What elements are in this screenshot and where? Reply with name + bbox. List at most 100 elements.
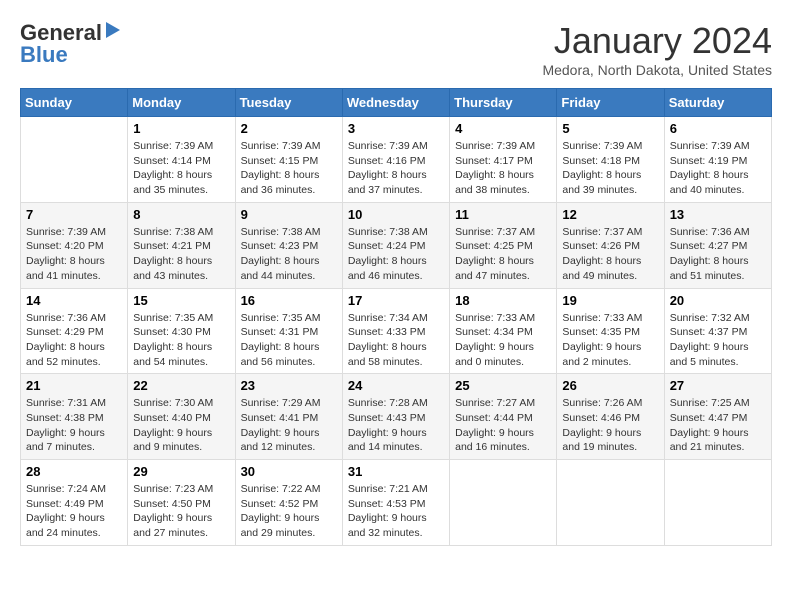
day-detail: Sunrise: 7:39 AMSunset: 4:17 PMDaylight:… [455,139,551,198]
empty-day-cell [450,460,557,546]
day-detail: Sunrise: 7:35 AMSunset: 4:31 PMDaylight:… [241,311,337,370]
day-cell-27: 27 Sunrise: 7:25 AMSunset: 4:47 PMDayligh… [664,374,771,460]
day-detail: Sunrise: 7:39 AMSunset: 4:14 PMDaylight:… [133,139,229,198]
calendar-week-row: 28Sunrise: 7:24 AMSunset: 4:49 PMDayligh… [21,460,772,546]
weekday-header-row: SundayMondayTuesdayWednesdayThursdayFrid… [21,89,772,117]
day-number: 16 [241,293,337,308]
weekday-header-tuesday: Tuesday [235,89,342,117]
day-detail: Sunrise: 7:34 AMSunset: 4:33 PMDaylight:… [348,311,444,370]
day-cell-3: 3 Sunrise: 7:39 AMSunset: 4:16 PMDaylight… [342,117,449,203]
month-title: January 2024 [542,20,772,62]
day-detail: Sunrise: 7:25 AMSunset: 4:47 PMDaylight:… [670,396,766,455]
page-header: General Blue January 2024 Medora, North … [20,20,772,78]
day-cell-2: 2 Sunrise: 7:39 AMSunset: 4:15 PMDaylight… [235,117,342,203]
day-detail: Sunrise: 7:37 AMSunset: 4:26 PMDaylight:… [562,225,658,284]
day-cell-9: 9Sunrise: 7:38 AMSunset: 4:23 PMDaylight… [235,202,342,288]
day-detail: Sunrise: 7:38 AMSunset: 4:23 PMDaylight:… [241,225,337,284]
day-detail: Sunrise: 7:38 AMSunset: 4:21 PMDaylight:… [133,225,229,284]
day-detail: Sunrise: 7:37 AMSunset: 4:25 PMDaylight:… [455,225,551,284]
day-detail: Sunrise: 7:39 AMSunset: 4:18 PMDaylight:… [562,139,658,198]
day-cell-4: 4 Sunrise: 7:39 AMSunset: 4:17 PMDaylight… [450,117,557,203]
logo: General Blue [20,20,122,68]
day-cell-28: 28Sunrise: 7:24 AMSunset: 4:49 PMDayligh… [21,460,128,546]
day-number: 5 [562,121,658,136]
day-cell-23: 23 Sunrise: 7:29 AMSunset: 4:41 PMDayligh… [235,374,342,460]
day-cell-26: 26 Sunrise: 7:26 AMSunset: 4:46 PMDayligh… [557,374,664,460]
day-cell-22: 22Sunrise: 7:30 AMSunset: 4:40 PMDayligh… [128,374,235,460]
day-number: 3 [348,121,444,136]
day-number: 29 [133,464,229,479]
day-number: 22 [133,378,229,393]
day-cell-8: 8 Sunrise: 7:38 AMSunset: 4:21 PMDaylight… [128,202,235,288]
day-cell-19: 19 Sunrise: 7:33 AMSunset: 4:35 PMDayligh… [557,288,664,374]
day-cell-6: 6 Sunrise: 7:39 AMSunset: 4:19 PMDaylight… [664,117,771,203]
day-number: 13 [670,207,766,222]
day-number: 25 [455,378,551,393]
day-cell-12: 12 Sunrise: 7:37 AMSunset: 4:26 PMDayligh… [557,202,664,288]
day-detail: Sunrise: 7:39 AMSunset: 4:16 PMDaylight:… [348,139,444,198]
day-number: 19 [562,293,658,308]
day-detail: Sunrise: 7:27 AMSunset: 4:44 PMDaylight:… [455,396,551,455]
weekday-header-friday: Friday [557,89,664,117]
day-detail: Sunrise: 7:35 AMSunset: 4:30 PMDaylight:… [133,311,229,370]
day-cell-18: 18 Sunrise: 7:33 AMSunset: 4:34 PMDayligh… [450,288,557,374]
day-detail: Sunrise: 7:36 AMSunset: 4:27 PMDaylight:… [670,225,766,284]
day-detail: Sunrise: 7:22 AMSunset: 4:52 PMDaylight:… [241,482,337,541]
day-number: 17 [348,293,444,308]
day-cell-13: 13 Sunrise: 7:36 AMSunset: 4:27 PMDayligh… [664,202,771,288]
day-number: 21 [26,378,122,393]
day-cell-24: 24Sunrise: 7:28 AMSunset: 4:43 PMDayligh… [342,374,449,460]
day-detail: Sunrise: 7:21 AMSunset: 4:53 PMDaylight:… [348,482,444,541]
day-cell-5: 5 Sunrise: 7:39 AMSunset: 4:18 PMDaylight… [557,117,664,203]
day-number: 12 [562,207,658,222]
day-cell-31: 31 Sunrise: 7:21 AMSunset: 4:53 PMDayligh… [342,460,449,546]
day-detail: Sunrise: 7:24 AMSunset: 4:49 PMDaylight:… [26,482,122,541]
calendar-week-row: 7Sunrise: 7:39 AMSunset: 4:20 PMDaylight… [21,202,772,288]
day-number: 31 [348,464,444,479]
day-number: 2 [241,121,337,136]
day-number: 14 [26,293,122,308]
logo-arrow-icon [104,22,122,45]
day-number: 11 [455,207,551,222]
day-cell-10: 10 Sunrise: 7:38 AMSunset: 4:24 PMDayligh… [342,202,449,288]
day-detail: Sunrise: 7:39 AMSunset: 4:19 PMDaylight:… [670,139,766,198]
day-number: 1 [133,121,229,136]
day-number: 23 [241,378,337,393]
day-number: 27 [670,378,766,393]
day-cell-15: 15Sunrise: 7:35 AMSunset: 4:30 PMDayligh… [128,288,235,374]
day-cell-11: 11 Sunrise: 7:37 AMSunset: 4:25 PMDayligh… [450,202,557,288]
day-detail: Sunrise: 7:28 AMSunset: 4:43 PMDaylight:… [348,396,444,455]
day-detail: Sunrise: 7:33 AMSunset: 4:35 PMDaylight:… [562,311,658,370]
day-detail: Sunrise: 7:39 AMSunset: 4:15 PMDaylight:… [241,139,337,198]
empty-day-cell [557,460,664,546]
calendar-week-row: 1 Sunrise: 7:39 AMSunset: 4:14 PMDaylight… [21,117,772,203]
location-text: Medora, North Dakota, United States [542,62,772,78]
day-detail: Sunrise: 7:29 AMSunset: 4:41 PMDaylight:… [241,396,337,455]
calendar-week-row: 21 Sunrise: 7:31 AMSunset: 4:38 PMDayligh… [21,374,772,460]
day-number: 26 [562,378,658,393]
day-number: 30 [241,464,337,479]
day-cell-29: 29 Sunrise: 7:23 AMSunset: 4:50 PMDayligh… [128,460,235,546]
day-cell-14: 14 Sunrise: 7:36 AMSunset: 4:29 PMDayligh… [21,288,128,374]
logo-blue-text: Blue [20,42,68,68]
day-detail: Sunrise: 7:33 AMSunset: 4:34 PMDaylight:… [455,311,551,370]
empty-day-cell [21,117,128,203]
weekday-header-monday: Monday [128,89,235,117]
day-number: 10 [348,207,444,222]
day-cell-21: 21 Sunrise: 7:31 AMSunset: 4:38 PMDayligh… [21,374,128,460]
calendar-table: SundayMondayTuesdayWednesdayThursdayFrid… [20,88,772,546]
day-number: 18 [455,293,551,308]
day-detail: Sunrise: 7:38 AMSunset: 4:24 PMDaylight:… [348,225,444,284]
title-section: January 2024 Medora, North Dakota, Unite… [542,20,772,78]
day-detail: Sunrise: 7:23 AMSunset: 4:50 PMDaylight:… [133,482,229,541]
day-number: 4 [455,121,551,136]
day-detail: Sunrise: 7:39 AMSunset: 4:20 PMDaylight:… [26,225,122,284]
day-cell-1: 1 Sunrise: 7:39 AMSunset: 4:14 PMDaylight… [128,117,235,203]
day-number: 20 [670,293,766,308]
day-detail: Sunrise: 7:36 AMSunset: 4:29 PMDaylight:… [26,311,122,370]
day-detail: Sunrise: 7:26 AMSunset: 4:46 PMDaylight:… [562,396,658,455]
day-detail: Sunrise: 7:31 AMSunset: 4:38 PMDaylight:… [26,396,122,455]
day-number: 6 [670,121,766,136]
weekday-header-thursday: Thursday [450,89,557,117]
day-number: 8 [133,207,229,222]
